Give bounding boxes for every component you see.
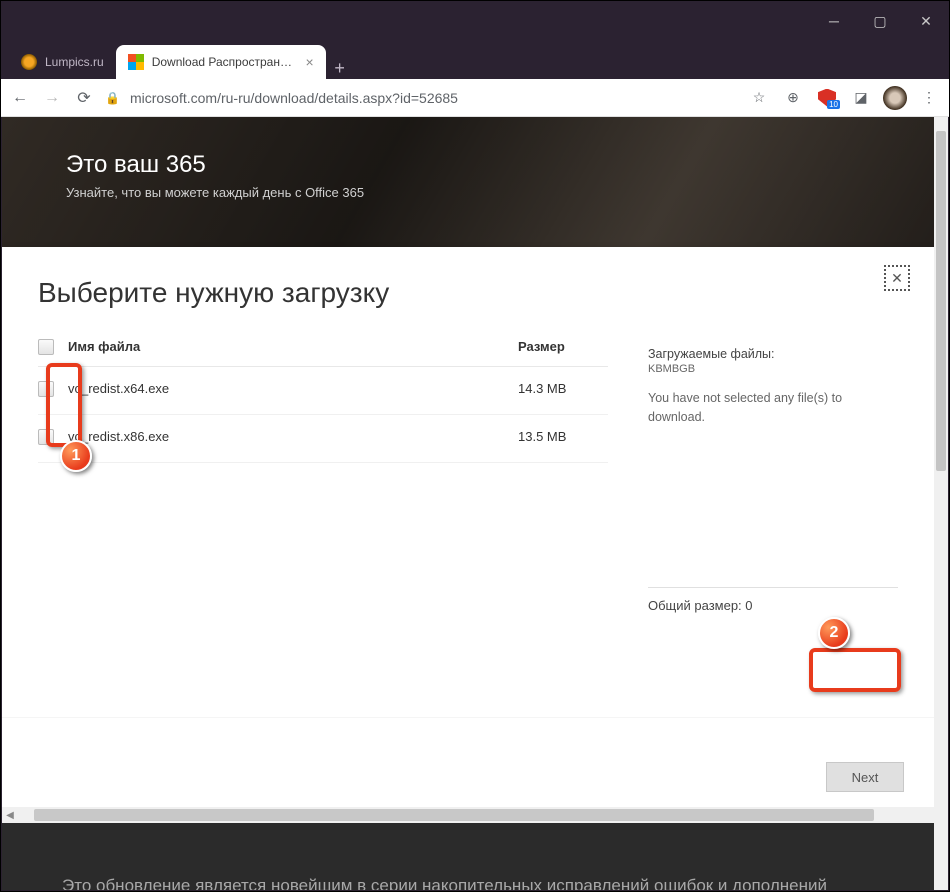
window-maximize-button[interactable]: ▢ <box>857 1 903 41</box>
cube-extension-icon[interactable]: ◪ <box>849 86 873 110</box>
menu-icon[interactable]: ⋮ <box>917 86 941 110</box>
total-size-label: Общий размер: 0 <box>648 587 898 613</box>
file-checkbox[interactable] <box>38 429 54 445</box>
scrollbar-thumb[interactable] <box>936 131 946 471</box>
files-table: Имя файла Размер vc_redist.x64.exe 14.3 … <box>38 331 608 613</box>
browser-tab-active[interactable]: Download Распространяемый к × <box>116 45 326 79</box>
dialog-close-button[interactable]: ✕ <box>884 265 910 291</box>
no-selection-message: You have not selected any file(s) to dow… <box>648 389 898 427</box>
table-row: vc_redist.x86.exe 13.5 MB <box>38 415 608 463</box>
browser-tab[interactable]: Lumpics.ru <box>9 45 116 79</box>
vertical-scrollbar[interactable] <box>934 117 948 890</box>
horizontal-scrollbar[interactable]: ◀ ▶ <box>2 807 948 823</box>
scrollbar-thumb[interactable] <box>34 809 874 821</box>
tab-strip: Lumpics.ru Download Распространяемый к ×… <box>1 41 949 79</box>
page-description: Это обновление является новейшим в серии… <box>2 823 934 890</box>
window-titlebar: ─ ▢ ✕ <box>1 1 949 41</box>
favicon-icon <box>128 54 144 70</box>
file-name: vc_redist.x86.exe <box>68 429 518 448</box>
next-button[interactable]: Next <box>826 762 904 792</box>
url-text[interactable]: microsoft.com/ru-ru/download/details.asp… <box>130 90 737 106</box>
table-row: vc_redist.x64.exe 14.3 MB <box>38 367 608 415</box>
file-name: vc_redist.x64.exe <box>68 381 518 400</box>
forward-button[interactable]: → <box>41 89 63 107</box>
tab-title: Lumpics.ru <box>45 55 104 69</box>
star-icon[interactable]: ☆ <box>747 86 771 110</box>
page-viewport: Это ваш 365 Узнайте, что вы можете кажды… <box>2 117 948 890</box>
file-size: 13.5 MB <box>518 429 608 448</box>
summary-files-label: Загружаемые файлы: <box>648 347 898 361</box>
hero-title: Это ваш 365 <box>66 151 948 179</box>
column-header-size: Размер <box>518 339 608 358</box>
description-text: Это обновление является новейшим в серии… <box>62 873 874 890</box>
select-all-checkbox[interactable] <box>38 339 54 355</box>
shield-extension-icon[interactable]: 10 <box>815 86 839 110</box>
browser-window: ─ ▢ ✕ Lumpics.ru Download Распространяем… <box>0 0 950 892</box>
table-header: Имя файла Размер <box>38 331 608 367</box>
tab-close-icon[interactable]: × <box>306 54 314 70</box>
tab-title: Download Распространяемый к <box>152 55 298 69</box>
favicon-icon <box>21 54 37 70</box>
download-summary: Загружаемые файлы: KBMBGB You have not s… <box>648 331 898 613</box>
hero-subtitle: Узнайте, что вы можете каждый день с Off… <box>66 185 948 200</box>
new-tab-button[interactable]: + <box>326 58 354 79</box>
summary-files-value: KBMBGB <box>648 363 898 375</box>
profile-avatar[interactable] <box>883 86 907 110</box>
file-checkbox[interactable] <box>38 381 54 397</box>
window-minimize-button[interactable]: ─ <box>811 1 857 41</box>
back-button[interactable]: ← <box>9 89 31 107</box>
hero-banner: Это ваш 365 Узнайте, что вы можете кажды… <box>2 117 948 247</box>
column-header-name: Имя файла <box>68 339 518 358</box>
scroll-left-arrow-icon[interactable]: ◀ <box>2 810 18 821</box>
window-close-button[interactable]: ✕ <box>903 1 949 41</box>
lock-icon[interactable]: 🔒 <box>105 91 120 105</box>
dialog-footer: Next <box>2 717 934 807</box>
download-dialog: ✕ Выберите нужную загрузку Имя файла Раз… <box>2 247 934 717</box>
address-bar: ← → ⟳ 🔒 microsoft.com/ru-ru/download/det… <box>1 79 949 117</box>
extension-circle-icon[interactable]: ⊕ <box>781 86 805 110</box>
file-size: 14.3 MB <box>518 381 608 400</box>
reload-button[interactable]: ⟳ <box>73 88 95 108</box>
dialog-title: Выберите нужную загрузку <box>38 277 898 309</box>
